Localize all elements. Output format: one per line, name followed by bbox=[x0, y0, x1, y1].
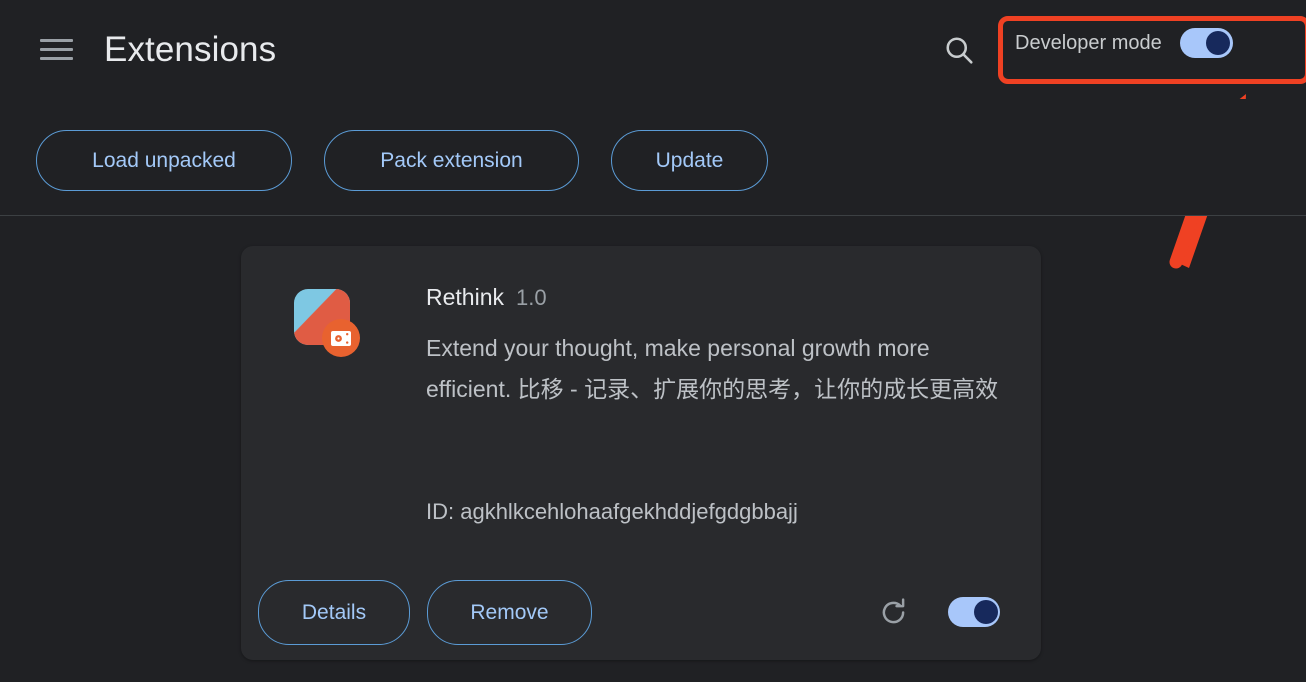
hamburger-menu-icon[interactable] bbox=[40, 33, 73, 66]
extension-title-row: Rethink 1.0 bbox=[426, 282, 547, 313]
extensions-page: Extensions Developer mode Load unpacked … bbox=[0, 0, 1306, 682]
toolbar: Extensions Developer mode bbox=[0, 0, 1306, 99]
load-unpacked-button[interactable]: Load unpacked bbox=[36, 130, 292, 191]
reload-icon[interactable] bbox=[877, 596, 910, 629]
toggle-knob bbox=[974, 600, 998, 624]
page-title: Extensions bbox=[104, 30, 277, 69]
hamburger-line bbox=[40, 39, 73, 42]
unpacked-extension-badge-icon bbox=[322, 319, 360, 357]
developer-mode-label: Developer mode bbox=[1015, 32, 1162, 54]
hamburger-line bbox=[40, 57, 73, 60]
rethink-extension-icon bbox=[294, 289, 362, 357]
extension-description: Extend your thought, make personal growt… bbox=[426, 335, 999, 402]
update-button[interactable]: Update bbox=[611, 130, 768, 191]
search-icon[interactable] bbox=[941, 32, 977, 68]
extension-id: ID: agkhlkcehlohaafgekhddjefgdgbbajj bbox=[426, 499, 798, 524]
extension-name: Rethink bbox=[426, 284, 504, 310]
remove-button[interactable]: Remove bbox=[427, 580, 592, 645]
developer-mode-control[interactable]: Developer mode bbox=[1015, 28, 1233, 58]
toggle-knob bbox=[1205, 31, 1230, 55]
details-button[interactable]: Details bbox=[258, 580, 410, 645]
extension-enable-toggle[interactable] bbox=[948, 597, 1000, 627]
hamburger-line bbox=[40, 48, 73, 51]
developer-mode-toggle[interactable] bbox=[1179, 28, 1233, 58]
extension-version: 1.0 bbox=[515, 285, 547, 310]
pack-extension-button[interactable]: Pack extension bbox=[324, 130, 579, 191]
